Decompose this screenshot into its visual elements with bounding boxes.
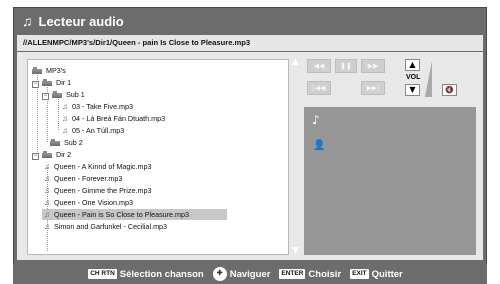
audio-player-window: ♫ Lecteur audio //ALLENMPC/MP3's/Dir1/Qu… xyxy=(13,7,487,269)
music-note-icon: ♫ xyxy=(44,174,50,183)
tree-item-label: Sub 2 xyxy=(64,138,83,147)
folder-icon xyxy=(42,151,52,158)
file-label: Queen - A Kinnd of Magic.mp3 xyxy=(54,162,152,171)
pause-button[interactable]: ❚❚ xyxy=(335,59,357,73)
music-note-icon: ♫ xyxy=(44,162,50,171)
artist-icon: 👤 xyxy=(313,140,326,151)
folder-icon xyxy=(42,79,52,86)
volume-label: VOL xyxy=(406,74,421,81)
legend-select-song: CH RTN Sélection chanson xyxy=(88,269,204,280)
folder-icon xyxy=(50,139,60,146)
collapse-toggle[interactable]: − xyxy=(42,93,49,100)
key-legend-bar: CH RTN Sélection chanson ✚ Naviguer ENTE… xyxy=(13,264,487,284)
music-note-icon: ♫ xyxy=(22,13,33,29)
legend-label: Sélection chanson xyxy=(119,268,204,280)
current-path: //ALLENMPC/MP3's/Dir1/Queen - pain Is Cl… xyxy=(17,35,483,51)
scroll-up-icon[interactable]: ▲ xyxy=(291,58,300,67)
ch-rtn-key: CH RTN xyxy=(88,269,117,279)
tree-file[interactable]: ♫ Queen - Gimme the Prize.mp3 xyxy=(42,185,151,196)
volume-down-button[interactable]: ▼ xyxy=(405,84,420,96)
tree-item-label: Dir 1 xyxy=(56,78,72,87)
file-label: 05 - An Túll.mp3 xyxy=(72,126,125,135)
tree-file[interactable]: ♫ Queen - Forever.mp3 xyxy=(42,173,122,184)
tree-item-label: Sub 1 xyxy=(66,90,85,99)
tree-item-sub2[interactable]: Sub 2 xyxy=(50,137,83,148)
title-bar: ♫ Lecteur audio xyxy=(14,8,486,34)
content-area: MP3's − Dir 1 − Sub 1 ♫ 03 - Take Five.m… xyxy=(17,52,483,260)
tree-item-label: Dir 2 xyxy=(56,150,72,159)
folder-icon xyxy=(32,67,42,74)
music-note-icon: ♫ xyxy=(62,126,68,135)
music-note-icon: ♪ xyxy=(312,113,320,127)
tree-item-dir1[interactable]: − Dir 1 xyxy=(32,77,71,88)
previous-track-button[interactable]: |◀◀ xyxy=(307,81,331,95)
legend-label: Quitter xyxy=(371,268,403,280)
tree-file[interactable]: ♫ 04 - Lá Breá Fán Dtuath.mp3 xyxy=(60,113,165,124)
tree-file[interactable]: ♫ 05 - An Túll.mp3 xyxy=(60,125,124,136)
music-note-icon: ♫ xyxy=(62,102,68,111)
file-label: 03 - Take Five.mp3 xyxy=(72,102,133,111)
file-label: Queen - Gimme the Prize.mp3 xyxy=(54,186,152,195)
legend-label: Naviguer xyxy=(229,268,271,280)
tree-item-label: MP3's xyxy=(46,66,66,75)
music-note-icon: ♫ xyxy=(44,210,50,219)
forward-button[interactable]: ▶▶ xyxy=(361,59,385,73)
collapse-toggle[interactable]: − xyxy=(32,81,39,88)
tree-item-dir2[interactable]: − Dir 2 xyxy=(32,149,71,160)
music-note-icon: ♫ xyxy=(44,198,50,207)
mute-button[interactable]: 🔇 xyxy=(442,84,457,96)
music-note-icon: ♫ xyxy=(44,186,50,195)
tree-file-selected[interactable]: ♫ Queen - Pain is So Close to Pleasure.m… xyxy=(42,209,227,220)
file-label: Queen - Forever.mp3 xyxy=(54,174,123,183)
tree-item-root[interactable]: MP3's xyxy=(32,65,66,76)
enter-key: ENTER xyxy=(279,269,306,279)
tree-file[interactable]: ♫ Queen - A Kinnd of Magic.mp3 xyxy=(42,161,152,172)
legend-quit: EXIT Quitter xyxy=(350,269,403,280)
tree-file[interactable]: ♫ 03 - Take Five.mp3 xyxy=(60,101,133,112)
rewind-button[interactable]: ◀◀ xyxy=(307,59,331,73)
file-label: Simon and Garfunkel - Cecilial.mp3 xyxy=(54,222,168,231)
volume-level-indicator xyxy=(425,61,432,97)
exit-key: EXIT xyxy=(350,269,369,279)
legend-choose: ENTER Choisir xyxy=(279,269,341,280)
legend-navigate: ✚ Naviguer xyxy=(212,267,271,281)
track-info-panel: ♪ 👤 xyxy=(304,107,476,255)
music-note-icon: ♫ xyxy=(44,222,50,231)
tree-item-sub1[interactable]: − Sub 1 xyxy=(42,89,85,100)
legend-label: Choisir xyxy=(308,268,342,280)
tree-file[interactable]: ♫ Simon and Garfunkel - Cecilial.mp3 xyxy=(42,221,167,232)
tree-scrollbar[interactable]: ▲ ▼ xyxy=(291,58,300,256)
file-label: Queen - One Vision.mp3 xyxy=(54,198,133,207)
file-label: 04 - Lá Breá Fán Dtuath.mp3 xyxy=(72,114,166,123)
file-label: Queen - Pain is So Close to Pleasure.mp3 xyxy=(54,210,190,219)
navigation-pad-icon: ✚ xyxy=(212,267,227,281)
scroll-down-icon[interactable]: ▼ xyxy=(291,247,300,256)
collapse-toggle[interactable]: − xyxy=(32,153,39,160)
file-tree[interactable]: MP3's − Dir 1 − Sub 1 ♫ 03 - Take Five.m… xyxy=(27,59,289,255)
music-note-icon: ♫ xyxy=(62,114,68,123)
volume-up-button[interactable]: ▲ xyxy=(405,59,420,71)
tree-file[interactable]: ♫ Queen - One Vision.mp3 xyxy=(42,197,133,208)
window-title: Lecteur audio xyxy=(38,13,124,29)
next-track-button[interactable]: ▶▶| xyxy=(361,81,385,95)
mute-icon: 🔇 xyxy=(445,86,454,94)
folder-icon xyxy=(52,91,62,98)
